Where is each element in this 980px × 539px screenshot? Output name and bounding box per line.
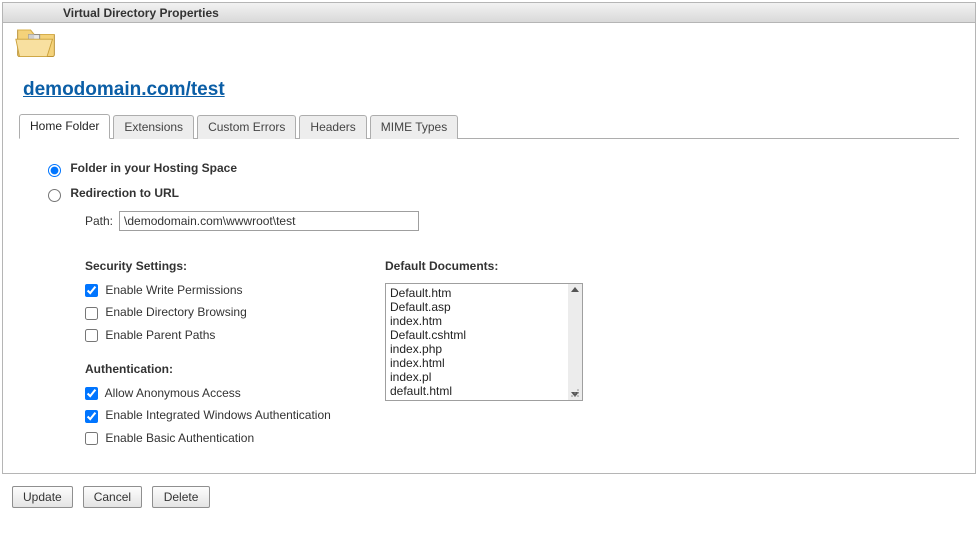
- radio-redirect-url[interactable]: [48, 189, 61, 202]
- update-button[interactable]: Update: [12, 486, 73, 508]
- list-item[interactable]: index.html: [390, 356, 564, 370]
- breadcrumb-link[interactable]: demodomain.com/test: [23, 79, 225, 100]
- path-input[interactable]: [119, 211, 419, 231]
- security-header: Security Settings:: [85, 259, 385, 273]
- footer-buttons: Update Cancel Delete: [12, 486, 976, 518]
- scrollbar[interactable]: [568, 284, 582, 400]
- tab-headers[interactable]: Headers: [299, 115, 366, 139]
- breadcrumb: demodomain.com/test: [23, 79, 225, 101]
- resize-grip-icon[interactable]: [570, 388, 580, 398]
- label-parent-paths[interactable]: Enable Parent Paths: [105, 328, 215, 342]
- panel-title-bar: Virtual Directory Properties: [3, 3, 975, 23]
- default-documents-box[interactable]: Default.htmDefault.aspindex.htmDefault.c…: [385, 283, 583, 401]
- tab-strip: Home Folder Extensions Custom Errors Hea…: [19, 113, 959, 139]
- tab-extensions[interactable]: Extensions: [113, 115, 194, 139]
- default-documents-list[interactable]: Default.htmDefault.aspindex.htmDefault.c…: [386, 284, 568, 400]
- label-write-permissions[interactable]: Enable Write Permissions: [105, 283, 242, 297]
- tab-custom-errors[interactable]: Custom Errors: [197, 115, 296, 139]
- panel-title: Virtual Directory Properties: [63, 6, 219, 20]
- checkbox-directory-browsing[interactable]: [85, 307, 98, 320]
- radio-folder-label[interactable]: Folder in your Hosting Space: [70, 161, 237, 175]
- label-anonymous-access[interactable]: Allow Anonymous Access: [105, 386, 241, 400]
- cancel-button[interactable]: Cancel: [83, 486, 142, 508]
- tab-home-folder[interactable]: Home Folder: [19, 114, 110, 139]
- delete-button[interactable]: Delete: [152, 486, 210, 508]
- properties-panel: Virtual Directory Properties demodomain.…: [2, 2, 976, 474]
- label-windows-auth[interactable]: Enable Integrated Windows Authentication: [105, 408, 330, 422]
- checkbox-basic-auth[interactable]: [85, 432, 98, 445]
- list-item[interactable]: index.php: [390, 342, 564, 356]
- list-item[interactable]: Default.htm: [390, 286, 564, 300]
- tab-mime-types[interactable]: MIME Types: [370, 115, 458, 139]
- radio-folder-in-hosting[interactable]: [48, 164, 61, 177]
- folder-open-icon: [14, 22, 58, 63]
- list-item[interactable]: Default.asp: [390, 300, 564, 314]
- auth-header: Authentication:: [85, 362, 385, 376]
- scroll-up-icon[interactable]: [571, 287, 579, 292]
- path-label: Path:: [85, 214, 113, 228]
- list-item[interactable]: index.pl: [390, 370, 564, 384]
- checkbox-write-permissions[interactable]: [85, 284, 98, 297]
- list-item[interactable]: default.html: [390, 384, 564, 398]
- default-documents-header: Default Documents:: [385, 259, 585, 273]
- tab-content: Folder in your Hosting Space Redirection…: [3, 139, 975, 473]
- label-directory-browsing[interactable]: Enable Directory Browsing: [105, 305, 246, 319]
- list-item[interactable]: index.htm: [390, 314, 564, 328]
- checkbox-anonymous-access[interactable]: [85, 387, 98, 400]
- list-item[interactable]: Default.cshtml: [390, 328, 564, 342]
- checkbox-windows-auth[interactable]: [85, 410, 98, 423]
- checkbox-parent-paths[interactable]: [85, 329, 98, 342]
- radio-redirect-label[interactable]: Redirection to URL: [70, 186, 179, 200]
- label-basic-auth[interactable]: Enable Basic Authentication: [105, 431, 254, 445]
